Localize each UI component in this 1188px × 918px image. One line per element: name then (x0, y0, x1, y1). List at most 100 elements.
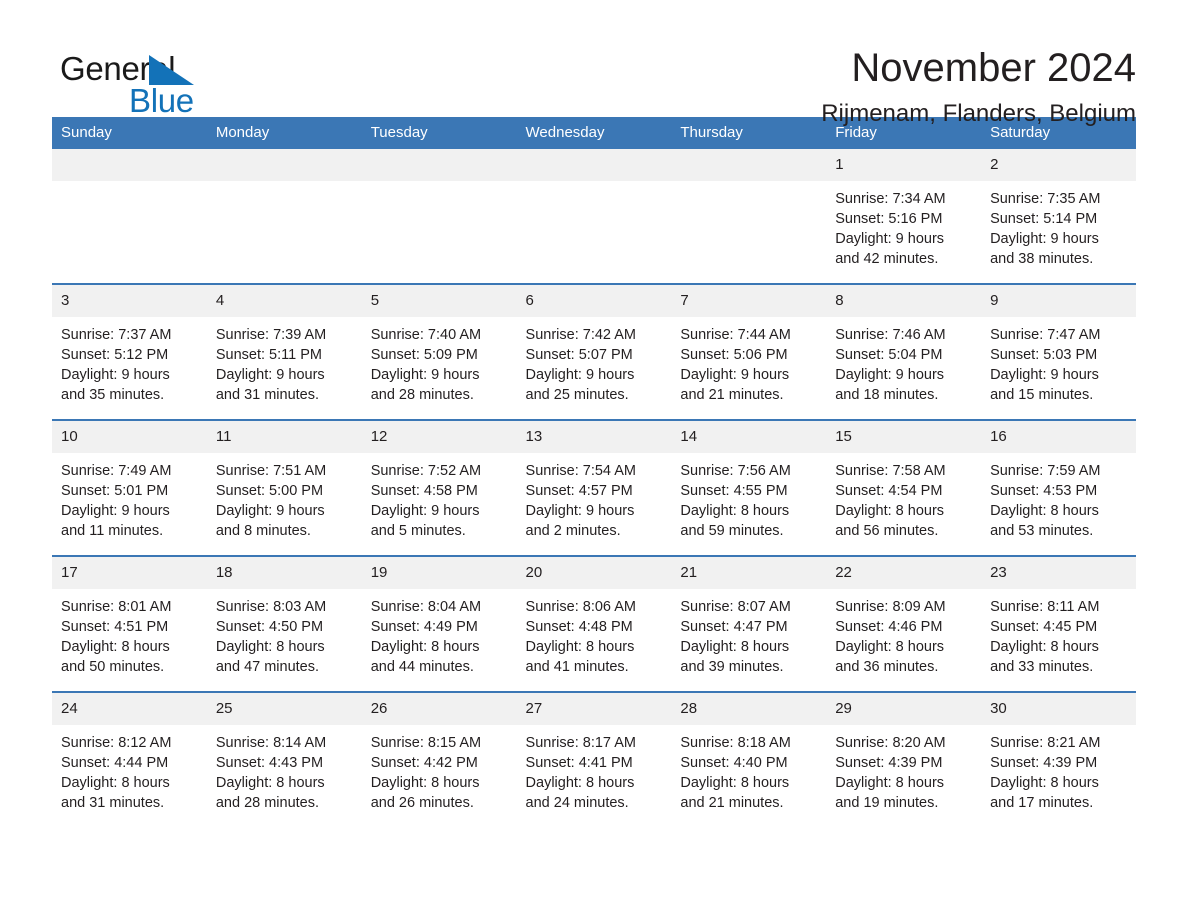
daylight-text-line2: and 21 minutes. (680, 387, 784, 403)
sunset-text: Sunset: 4:48 PM (525, 619, 633, 635)
day-number (671, 149, 827, 181)
calendar-day-cell[interactable]: 20 Sunrise: 8:06 AM Sunset: 4:48 PM Dayligh… (516, 557, 672, 691)
daylight-text-line1: Daylight: 8 hours (990, 503, 1099, 519)
day-number: 11 (206, 421, 362, 453)
day-details: Sunrise: 7:42 AM Sunset: 5:07 PM Daylight:… (517, 317, 672, 405)
daylight-text-line1: Daylight: 8 hours (680, 503, 790, 519)
sunrise-text: Sunrise: 8:07 AM (680, 599, 791, 615)
sunrise-text: Sunrise: 7:46 AM (835, 327, 946, 343)
calendar-day-cell[interactable]: 18 Sunrise: 8:03 AM Sunset: 4:50 PM Dayligh… (206, 557, 362, 691)
calendar-day-cell[interactable]: 13 Sunrise: 7:54 AM Sunset: 4:57 PM Dayligh… (516, 421, 672, 555)
daylight-text-line2: and 25 minutes. (525, 387, 629, 403)
daylight-text-line1: Daylight: 8 hours (990, 639, 1099, 655)
calendar-day-cell[interactable]: 4 Sunrise: 7:39 AM Sunset: 5:11 PM Daylight… (206, 285, 362, 419)
day-number: 26 (361, 693, 517, 725)
calendar-day-cell[interactable]: 6 Sunrise: 7:42 AM Sunset: 5:07 PM Daylight… (516, 285, 672, 419)
calendar-day-cell-empty (361, 149, 517, 283)
daylight-text-line2: and 24 minutes. (525, 795, 629, 811)
day-number: 30 (981, 693, 1136, 725)
calendar-day-cell-empty (206, 149, 362, 283)
sunset-text: Sunset: 5:12 PM (61, 347, 169, 363)
sunrise-text: Sunrise: 8:18 AM (680, 735, 791, 751)
sunset-text: Sunset: 5:01 PM (61, 483, 169, 499)
calendar-body: 1 Sunrise: 7:34 AM Sunset: 5:16 PM Daylight… (52, 149, 1136, 827)
day-details: Sunrise: 8:11 AM Sunset: 4:45 PM Daylight:… (981, 589, 1136, 677)
daylight-text-line2: and 33 minutes. (990, 659, 1094, 675)
calendar-day-cell[interactable]: 27 Sunrise: 8:17 AM Sunset: 4:41 PM Dayligh… (516, 693, 672, 827)
daylight-text-line1: Daylight: 9 hours (990, 231, 1099, 247)
day-details: Sunrise: 8:18 AM Sunset: 4:40 PM Daylight:… (671, 725, 826, 813)
sunrise-text: Sunrise: 8:03 AM (215, 599, 327, 615)
calendar-day-cell[interactable]: 25 Sunrise: 8:14 AM Sunset: 4:43 PM Dayligh… (206, 693, 362, 827)
day-number: 10 (52, 421, 207, 453)
daylight-text-line2: and 59 minutes. (680, 523, 784, 539)
day-number: 5 (361, 285, 517, 317)
sunset-text: Sunset: 5:16 PM (835, 211, 943, 227)
brand-logo[interactable]: General Blue (52, 44, 252, 124)
daylight-text-line2: and 35 minutes. (61, 387, 165, 403)
daylight-text-line1: Daylight: 8 hours (215, 639, 325, 655)
sunset-text: Sunset: 4:46 PM (835, 619, 943, 635)
calendar-day-cell[interactable]: 5 Sunrise: 7:40 AM Sunset: 5:09 PM Daylight… (361, 285, 517, 419)
daylight-text-line2: and 19 minutes. (835, 795, 939, 811)
calendar-day-cell[interactable]: 17 Sunrise: 8:01 AM Sunset: 4:51 PM Dayligh… (52, 557, 207, 691)
daylight-text-line1: Daylight: 8 hours (370, 639, 480, 655)
sunrise-text: Sunrise: 7:58 AM (835, 463, 946, 479)
daylight-text-line1: Daylight: 8 hours (835, 503, 945, 519)
calendar-day-cell[interactable]: 23 Sunrise: 8:11 AM Sunset: 4:45 PM Dayligh… (981, 557, 1136, 691)
day-details: Sunrise: 7:37 AM Sunset: 5:12 PM Daylight:… (52, 317, 207, 405)
day-details: Sunrise: 7:49 AM Sunset: 5:01 PM Daylight:… (52, 453, 207, 541)
calendar-day-cell[interactable]: 28 Sunrise: 8:18 AM Sunset: 4:40 PM Dayligh… (671, 693, 827, 827)
sunset-text: Sunset: 4:47 PM (680, 619, 788, 635)
calendar-day-cell[interactable]: 16 Sunrise: 7:59 AM Sunset: 4:53 PM Dayligh… (981, 421, 1136, 555)
day-details: Sunrise: 8:03 AM Sunset: 4:50 PM Daylight:… (207, 589, 362, 677)
calendar-day-cell[interactable]: 26 Sunrise: 8:15 AM Sunset: 4:42 PM Dayligh… (361, 693, 517, 827)
calendar-day-cell[interactable]: 22 Sunrise: 8:09 AM Sunset: 4:46 PM Dayligh… (826, 557, 982, 691)
calendar-day-cell[interactable]: 14 Sunrise: 7:56 AM Sunset: 4:55 PM Dayligh… (671, 421, 827, 555)
calendar-day-cell[interactable]: 30 Sunrise: 8:21 AM Sunset: 4:39 PM Dayligh… (981, 693, 1136, 827)
calendar-day-cell[interactable]: 21 Sunrise: 8:07 AM Sunset: 4:47 PM Dayligh… (671, 557, 827, 691)
daylight-text-line1: Daylight: 9 hours (61, 367, 170, 383)
calendar-day-cell[interactable]: 9 Sunrise: 7:47 AM Sunset: 5:03 PM Daylight… (981, 285, 1136, 419)
daylight-text-line1: Daylight: 8 hours (835, 775, 945, 791)
daylight-text-line2: and 17 minutes. (990, 795, 1094, 811)
sunrise-text: Sunrise: 8:12 AM (61, 735, 172, 751)
day-number: 3 (52, 285, 207, 317)
day-number: 28 (671, 693, 827, 725)
daylight-text-line1: Daylight: 9 hours (525, 503, 635, 519)
daylight-text-line2: and 31 minutes. (61, 795, 165, 811)
daylight-text-line2: and 39 minutes. (680, 659, 784, 675)
calendar-week-row: 24 Sunrise: 8:12 AM Sunset: 4:44 PM Dayligh… (52, 691, 1136, 827)
sunrise-text: Sunrise: 7:35 AM (990, 191, 1101, 207)
calendar-day-cell-empty (516, 149, 672, 283)
calendar-day-cell[interactable]: 29 Sunrise: 8:20 AM Sunset: 4:39 PM Dayligh… (826, 693, 982, 827)
calendar-day-cell[interactable]: 12 Sunrise: 7:52 AM Sunset: 4:58 PM Dayligh… (361, 421, 517, 555)
day-number: 4 (206, 285, 362, 317)
calendar-day-cell[interactable]: 2 Sunrise: 7:35 AM Sunset: 5:14 PM Daylight… (981, 149, 1136, 283)
calendar-day-cell[interactable]: 19 Sunrise: 8:04 AM Sunset: 4:49 PM Dayligh… (361, 557, 517, 691)
daylight-text-line2: and 2 minutes. (525, 523, 621, 539)
sunset-text: Sunset: 4:51 PM (61, 619, 169, 635)
daylight-text-line2: and 56 minutes. (835, 523, 939, 539)
calendar-day-cell[interactable]: 24 Sunrise: 8:12 AM Sunset: 4:44 PM Dayligh… (52, 693, 207, 827)
calendar-day-cell[interactable]: 1 Sunrise: 7:34 AM Sunset: 5:16 PM Daylight… (826, 149, 982, 283)
calendar-day-cell[interactable]: 10 Sunrise: 7:49 AM Sunset: 5:01 PM Dayligh… (52, 421, 207, 555)
daylight-text-line1: Daylight: 9 hours (680, 367, 790, 383)
calendar-day-cell[interactable]: 8 Sunrise: 7:46 AM Sunset: 5:04 PM Daylight… (826, 285, 982, 419)
day-number (206, 149, 362, 181)
sunset-text: Sunset: 4:40 PM (680, 755, 788, 771)
day-details: Sunrise: 8:17 AM Sunset: 4:41 PM Daylight:… (517, 725, 672, 813)
day-details: Sunrise: 8:06 AM Sunset: 4:48 PM Daylight:… (517, 589, 672, 677)
calendar-day-cell[interactable]: 7 Sunrise: 7:44 AM Sunset: 5:06 PM Daylight… (671, 285, 827, 419)
calendar-day-cell[interactable]: 11 Sunrise: 7:51 AM Sunset: 5:00 PM Dayligh… (206, 421, 362, 555)
sunrise-text: Sunrise: 8:15 AM (370, 735, 482, 751)
sunset-text: Sunset: 5:03 PM (990, 347, 1098, 363)
sunset-text: Sunset: 4:44 PM (61, 755, 169, 771)
daylight-text-line1: Daylight: 8 hours (61, 639, 170, 655)
calendar-day-cell[interactable]: 15 Sunrise: 7:58 AM Sunset: 4:54 PM Dayligh… (826, 421, 982, 555)
sunrise-text: Sunrise: 8:20 AM (835, 735, 946, 751)
daylight-text-line1: Daylight: 8 hours (215, 775, 325, 791)
day-details: Sunrise: 8:07 AM Sunset: 4:47 PM Daylight:… (671, 589, 826, 677)
calendar-day-cell[interactable]: 3 Sunrise: 7:37 AM Sunset: 5:12 PM Daylight… (52, 285, 207, 419)
day-number: 21 (671, 557, 827, 589)
